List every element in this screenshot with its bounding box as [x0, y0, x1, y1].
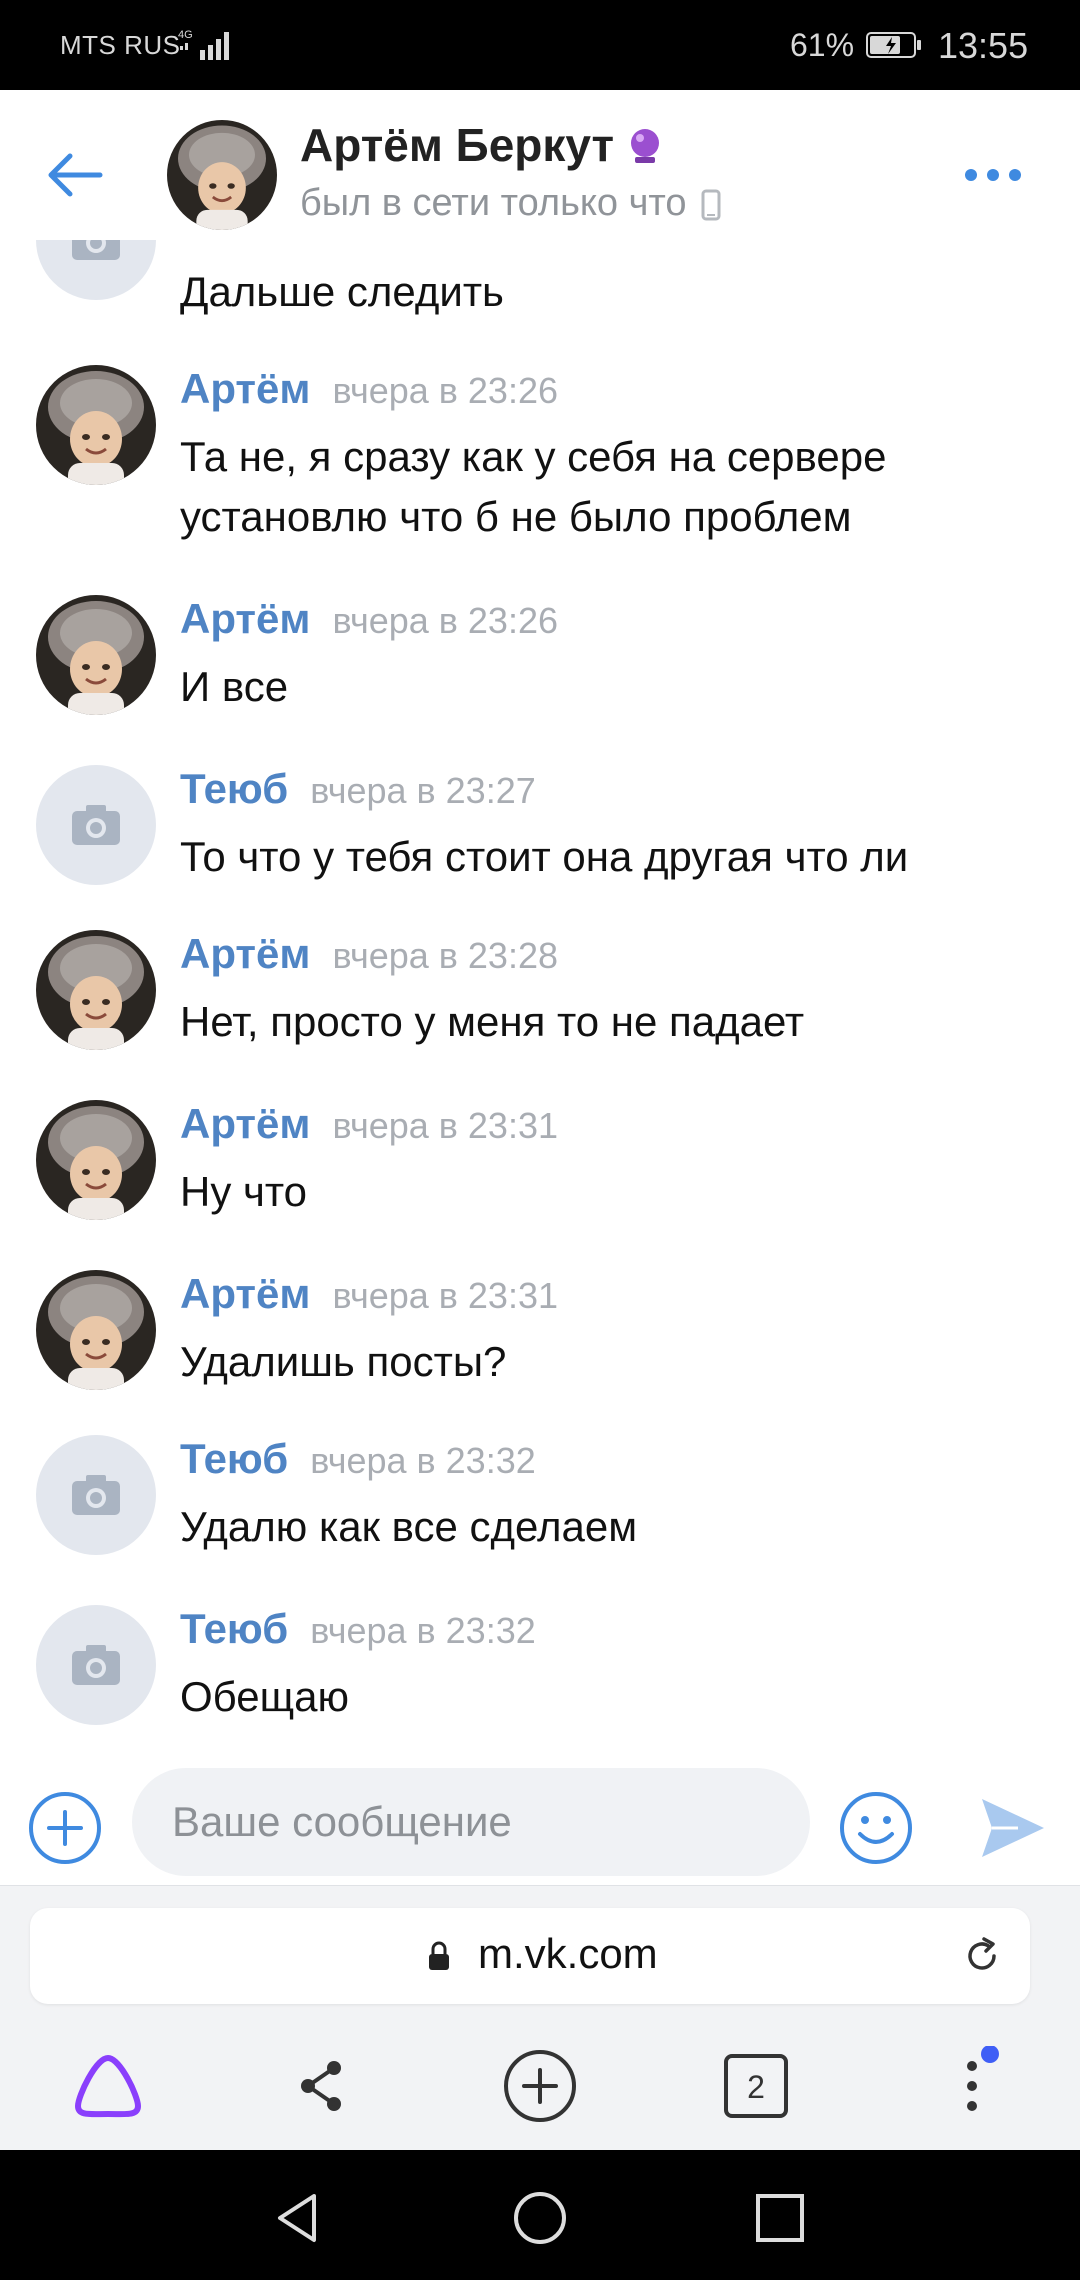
avatar-photo: [36, 1100, 156, 1220]
signal-icon: 4G: [178, 29, 229, 60]
contact-name-text: Артём Беркут: [300, 119, 615, 171]
back-triangle-icon[interactable]: [268, 2188, 328, 2248]
browser-toolbar: m.vk.com 2: [0, 1885, 1080, 2151]
camera-icon: [72, 1645, 120, 1685]
contact-avatar[interactable]: [167, 120, 277, 230]
author-name-text: Артём: [180, 1270, 311, 1317]
alice-assistant-icon[interactable]: [68, 2046, 148, 2126]
message-time: вчера в 23:32: [310, 1610, 536, 1651]
network-type-label: 4G: [178, 29, 193, 41]
send-icon[interactable]: [978, 1793, 1048, 1863]
status-bar: MTS RUS 4G 61% 13:55: [0, 0, 1080, 90]
online-status: был в сети только что: [300, 182, 721, 225]
message-text: Удалю как все сделаем: [180, 1503, 638, 1550]
message-text: Дальше следить: [180, 268, 504, 315]
author-name[interactable]: Теюб вчера в 23:32: [180, 1435, 536, 1483]
author-name-text: Теюб: [180, 765, 289, 812]
author-name[interactable]: Артём вчера в 23:31: [180, 1100, 558, 1148]
message-list[interactable]: Дальше следить Артём вчера в 23:26 Та не, …: [0, 240, 1080, 1765]
more-options-icon[interactable]: [962, 160, 1024, 190]
camera-icon: [72, 1475, 120, 1515]
author-name-text: Артём: [180, 595, 311, 642]
message-text: Ну что: [180, 1168, 308, 1215]
avatar[interactable]: [36, 1270, 156, 1390]
tabs-button[interactable]: 2: [716, 2046, 796, 2126]
author-name[interactable]: Теюб вчера в 23:32: [180, 1605, 536, 1653]
share-icon[interactable]: [282, 2046, 362, 2126]
avatar[interactable]: [36, 930, 156, 1050]
avatar-photo: [36, 930, 156, 1050]
avatar-photo: [36, 365, 156, 485]
message-input[interactable]: [132, 1768, 810, 1876]
mobile-phone-icon: [701, 189, 721, 221]
message-time: вчера в 23:31: [332, 1275, 558, 1316]
tabs-icon: 2: [724, 2054, 788, 2118]
camera-icon: [72, 240, 120, 260]
avatar-photo: [36, 1270, 156, 1390]
avatar[interactable]: [36, 765, 156, 885]
avatar[interactable]: [36, 1435, 156, 1555]
address-bar[interactable]: m.vk.com: [30, 1908, 1030, 2004]
author-name[interactable]: Артём вчера в 23:26: [180, 595, 558, 643]
message-text: И все: [180, 663, 289, 710]
avatar[interactable]: [36, 365, 156, 485]
avatar-photo: [36, 595, 156, 715]
avatar[interactable]: [36, 1605, 156, 1725]
author-name[interactable]: Артём вчера в 23:28: [180, 930, 558, 978]
crystal-ball-icon: [631, 129, 660, 163]
camera-icon: [72, 805, 120, 845]
carrier-label: MTS RUS: [60, 30, 181, 60]
author-name[interactable]: Теюб вчера в 23:27: [180, 765, 536, 813]
url-text: m.vk.com: [478, 1930, 658, 1977]
tabs-count: 2: [747, 2069, 765, 2105]
contact-name[interactable]: Артём Беркут: [300, 118, 664, 172]
message-time: вчера в 23:32: [310, 1440, 536, 1481]
chat-header: Артём Беркут был в сети только что: [0, 90, 1080, 240]
message-text: Обещаю: [180, 1673, 350, 1720]
attach-plus-icon[interactable]: [27, 1790, 103, 1866]
message-time: вчера в 23:26: [332, 600, 558, 641]
avatar[interactable]: [36, 595, 156, 715]
message-time: вчера в 23:28: [332, 935, 558, 976]
message-text: То что у тебя стоит она другая что ли: [180, 833, 909, 880]
home-circle-icon[interactable]: [510, 2188, 570, 2248]
avatar[interactable]: [36, 1100, 156, 1220]
battery-percent: 61%: [790, 27, 855, 63]
recents-square-icon[interactable]: [750, 2188, 810, 2248]
online-status-text: был в сети только что: [300, 182, 687, 224]
reload-icon[interactable]: [960, 1934, 1004, 1978]
message-text: Удалишь посты?: [180, 1338, 507, 1385]
emoji-smile-icon[interactable]: [838, 1790, 914, 1866]
clock: 13:55: [938, 25, 1029, 66]
message-time: вчера в 23:26: [332, 370, 558, 411]
lock-icon: [429, 1941, 449, 1970]
menu-dots-icon[interactable]: [932, 2046, 1012, 2126]
author-name-text: Теюб: [180, 1435, 289, 1482]
battery-icon: [866, 32, 921, 58]
author-name-text: Артём: [180, 365, 311, 412]
message-time: вчера в 23:31: [332, 1105, 558, 1146]
new-tab-plus-icon[interactable]: [500, 2046, 580, 2126]
notification-dot: [981, 2046, 999, 2063]
author-name-text: Артём: [180, 1100, 311, 1147]
message-item: Дальше следить: [0, 240, 1080, 320]
system-navigation-bar: [0, 2150, 1080, 2280]
author-name[interactable]: Артём вчера в 23:31: [180, 1270, 558, 1318]
avatar-photo: [167, 120, 277, 230]
message-text: Та не, я сразу как у себя на сервере уст…: [180, 433, 887, 540]
back-arrow-icon[interactable]: [40, 140, 110, 210]
message-composer: [0, 1765, 1080, 1885]
avatar: [36, 240, 156, 300]
message-time: вчера в 23:27: [310, 770, 536, 811]
message-text: Нет, просто у меня то не падает: [180, 998, 805, 1045]
author-name-text: Теюб: [180, 1605, 289, 1652]
author-name-text: Артём: [180, 930, 311, 977]
author-name[interactable]: Артём вчера в 23:26: [180, 365, 558, 413]
